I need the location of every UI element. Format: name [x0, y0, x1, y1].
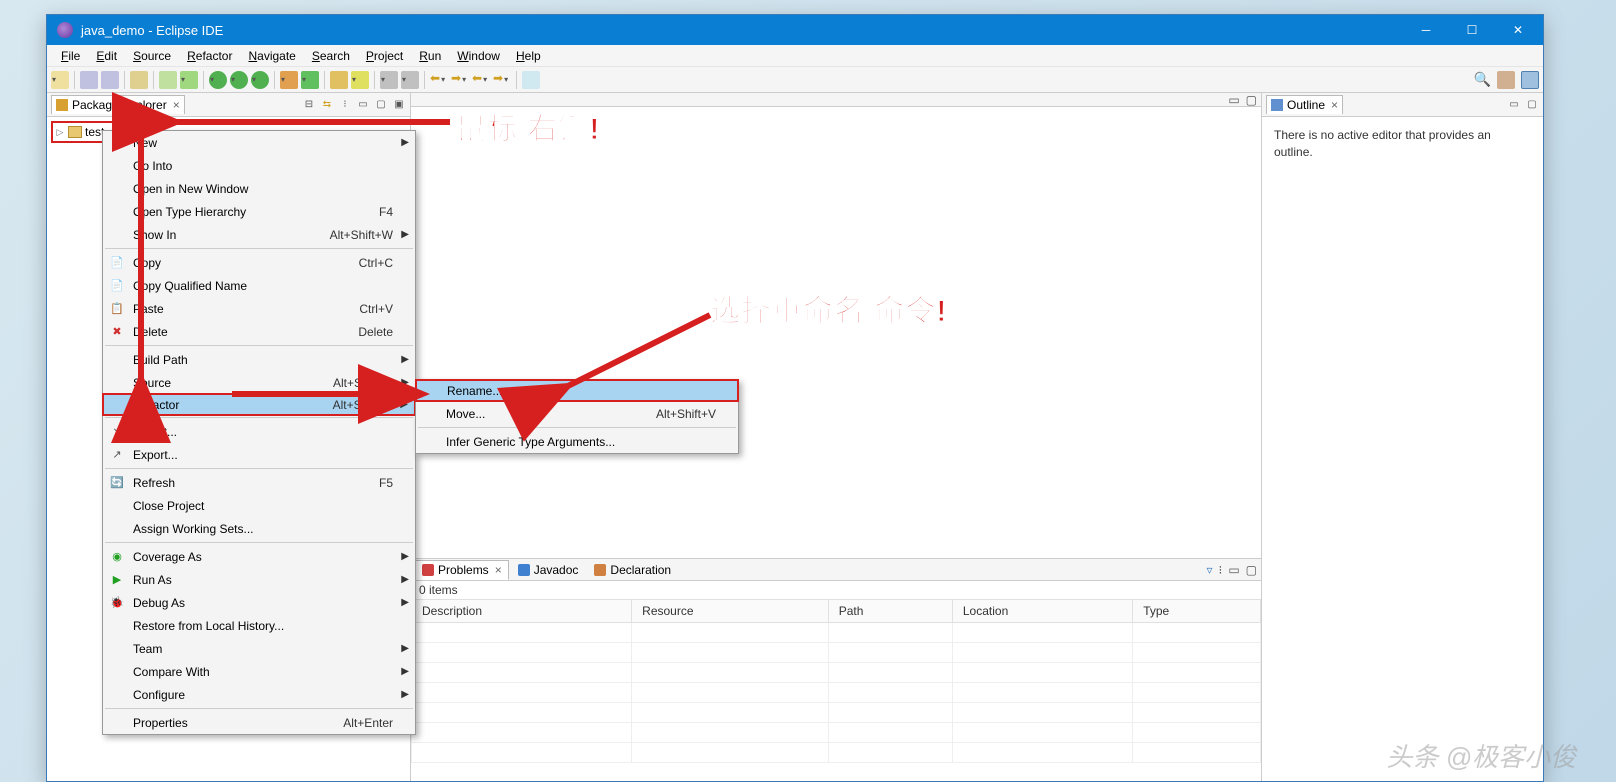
maximize-view-icon[interactable]: ▣	[392, 98, 406, 112]
arrow-to-project	[160, 112, 460, 135]
menu-item-refresh[interactable]: 🔄RefreshF5	[103, 471, 415, 494]
tab-javadoc[interactable]: Javadoc	[511, 560, 586, 580]
titlebar: java_demo - Eclipse IDE ─ ☐ ✕	[47, 15, 1543, 45]
problems-count: 0 items	[411, 581, 1261, 599]
openfolder-button[interactable]	[330, 71, 348, 89]
saveall-button[interactable]	[101, 71, 119, 89]
menu-item-close-project[interactable]: Close Project	[103, 494, 415, 517]
close-outline-icon[interactable]: ×	[1331, 98, 1338, 112]
toolbar: ⬅ ➡ ⬅ ➡ 🔍	[47, 67, 1543, 93]
eclipse-icon	[57, 22, 73, 38]
debug-button[interactable]	[230, 71, 248, 89]
save-button[interactable]	[80, 71, 98, 89]
menu-help[interactable]: Help	[508, 47, 549, 65]
persp-java-button[interactable]	[1521, 71, 1539, 89]
menu-item-assign-working-sets-[interactable]: Assign Working Sets...	[103, 517, 415, 540]
menu-project[interactable]: Project	[358, 47, 411, 65]
build-button[interactable]	[130, 71, 148, 89]
minimize-button[interactable]: ─	[1403, 15, 1449, 45]
menu-item-run-as[interactable]: ▶Run As▶	[103, 568, 415, 591]
outline-empty-text: There is no active editor that provides …	[1262, 117, 1543, 171]
runlast-button[interactable]	[251, 71, 269, 89]
menu-item-compare-with[interactable]: Compare With▶	[103, 660, 415, 683]
new-button[interactable]	[51, 71, 69, 89]
problems-view: Problems×JavadocDeclaration ▿ ⁝ ▭ ▢ 0 it…	[411, 559, 1261, 781]
menu-item-configure[interactable]: Configure▶	[103, 683, 415, 706]
view-menu-icon[interactable]: ⁝	[1218, 563, 1222, 577]
col-resource[interactable]: Resource	[632, 600, 829, 623]
coverage-button[interactable]	[180, 71, 198, 89]
project-folder-icon	[68, 126, 82, 138]
menu-item-export-[interactable]: ↗Export...	[103, 443, 415, 466]
package-explorer-title: Package Explorer	[72, 98, 167, 112]
run-button[interactable]	[209, 71, 227, 89]
col-description[interactable]: Description	[412, 600, 632, 623]
col-path[interactable]: Path	[828, 600, 952, 623]
close-button[interactable]: ✕	[1495, 15, 1541, 45]
menu-run[interactable]: Run	[411, 47, 449, 65]
tab-declaration[interactable]: Declaration	[587, 560, 678, 580]
persp1-button[interactable]	[1497, 71, 1515, 89]
menu-window[interactable]: Window	[449, 47, 508, 65]
out-min-icon[interactable]: ▭	[1507, 98, 1521, 112]
outline-view: Outline × ▭ ▢ There is no active editor …	[1261, 93, 1543, 781]
quick-access-icon[interactable]: 🔍	[1474, 71, 1491, 88]
menu-item-properties[interactable]: PropertiesAlt+Enter	[103, 711, 415, 734]
menu-edit[interactable]: Edit	[88, 47, 125, 65]
minimize-view-icon[interactable]: ▢	[374, 98, 388, 112]
expand-icon[interactable]: ▷	[55, 127, 65, 138]
menu-search[interactable]: Search	[304, 47, 358, 65]
collapse-icon[interactable]: ⊟	[302, 98, 316, 112]
arrow-to-refactor	[232, 384, 432, 407]
search-button[interactable]	[351, 71, 369, 89]
outline-title: Outline	[1287, 98, 1325, 112]
debug-last-button[interactable]	[159, 71, 177, 89]
annotation-rightclick: 鼠标 右键!	[456, 104, 600, 148]
window-title: java_demo - Eclipse IDE	[81, 23, 1403, 38]
filter-icon[interactable]: ▿	[1206, 563, 1212, 577]
problems-table[interactable]: DescriptionResourcePathLocationType	[411, 599, 1261, 763]
menu-item-move-[interactable]: Move...Alt+Shift+V	[416, 402, 738, 425]
prob-min-icon[interactable]: ▭	[1228, 563, 1239, 577]
col-type[interactable]: Type	[1133, 600, 1261, 623]
arrow-to-rename	[550, 310, 720, 403]
menu-item-restore-from-local-history-[interactable]: Restore from Local History...	[103, 614, 415, 637]
menu-file[interactable]: File	[53, 47, 88, 65]
pin-button[interactable]	[522, 71, 540, 89]
col-location[interactable]: Location	[952, 600, 1132, 623]
tab-problems[interactable]: Problems×	[415, 560, 509, 580]
watermark: 头条 @极客小俊	[1386, 737, 1576, 774]
filter-icon[interactable]: ⁝	[338, 98, 352, 112]
annotation-rename: 选择重命名 命令!	[710, 286, 947, 330]
close-view-icon[interactable]: ×	[173, 98, 180, 112]
out-max-icon[interactable]: ▢	[1525, 98, 1539, 112]
viewmenu-icon[interactable]: ▭	[356, 98, 370, 112]
package-icon	[56, 99, 68, 111]
menu-item-infer-generic-type-arguments-[interactable]: Infer Generic Type Arguments...	[416, 430, 738, 453]
link-icon[interactable]: ⇆	[320, 98, 334, 112]
arrow-down	[126, 125, 156, 398]
menu-navigate[interactable]: Navigate	[240, 47, 303, 65]
prob-max-icon[interactable]: ▢	[1246, 563, 1257, 577]
menu-item-coverage-as[interactable]: ◉Coverage As▶	[103, 545, 415, 568]
menubar: FileEditSourceRefactorNavigateSearchProj…	[47, 45, 1543, 67]
nav1-button[interactable]	[380, 71, 398, 89]
menu-item-debug-as[interactable]: 🐞Debug As▶	[103, 591, 415, 614]
menu-source[interactable]: Source	[125, 47, 179, 65]
outline-icon	[1271, 99, 1283, 111]
menu-refactor[interactable]: Refactor	[179, 47, 240, 65]
outline-tab[interactable]: Outline ×	[1266, 95, 1343, 114]
ed-min-icon[interactable]: ▭	[1228, 93, 1239, 107]
maximize-button[interactable]: ☐	[1449, 15, 1495, 45]
menu-item-import-[interactable]: ↘Import...	[103, 420, 415, 443]
newpkg-button[interactable]	[280, 71, 298, 89]
newclass-button[interactable]	[301, 71, 319, 89]
menu-item-team[interactable]: Team▶	[103, 637, 415, 660]
ed-max-icon[interactable]: ▢	[1246, 93, 1257, 107]
nav2-button[interactable]	[401, 71, 419, 89]
